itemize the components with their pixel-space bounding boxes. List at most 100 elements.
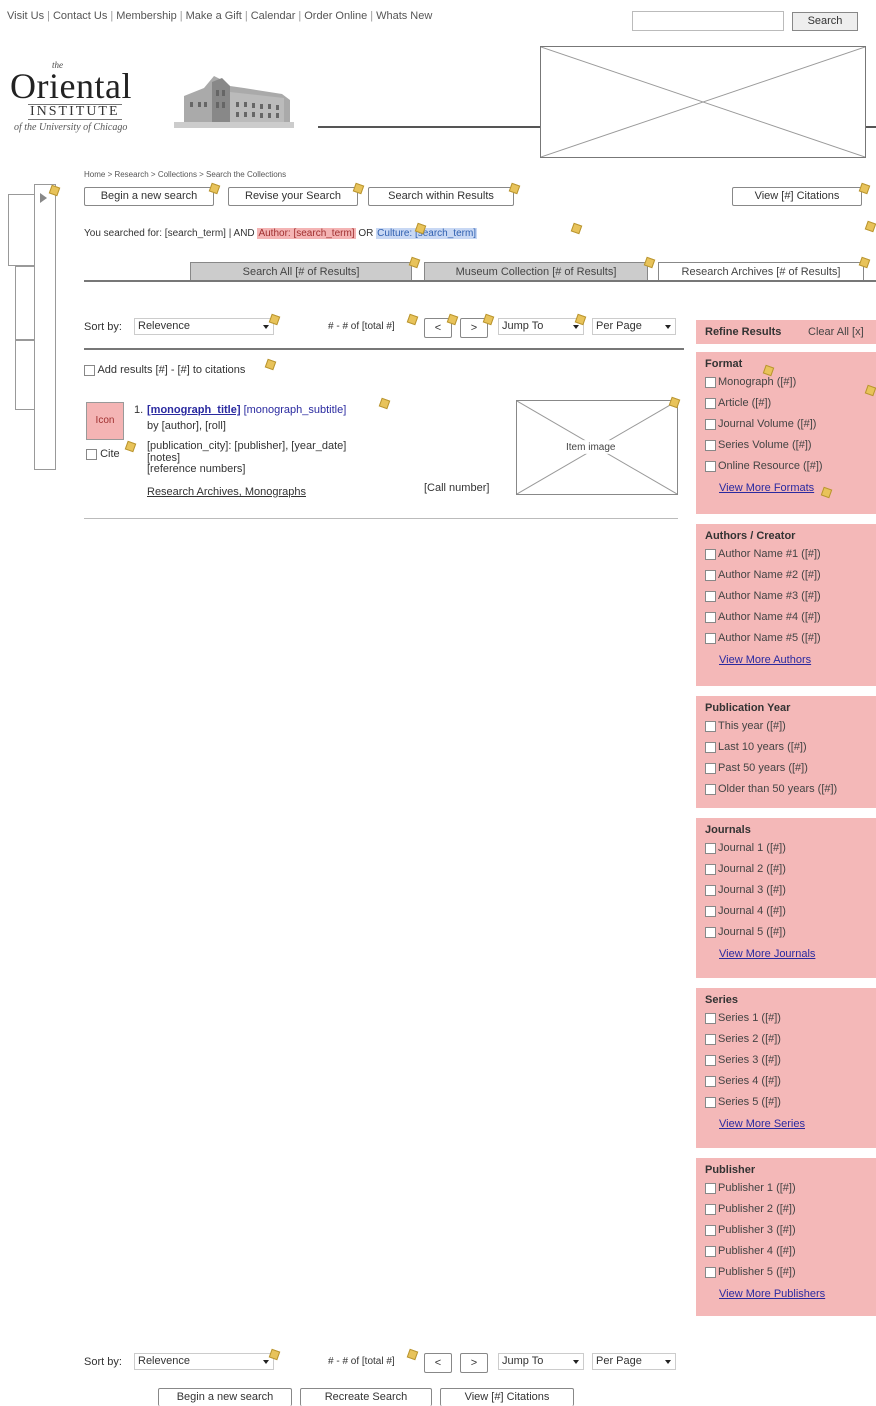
nav-link-membership[interactable]: Membership — [116, 10, 177, 22]
nav-link-calendar[interactable]: Calendar — [251, 10, 296, 22]
result-title-link[interactable]: [monograph_title] — [147, 404, 241, 416]
refine-option-checkbox[interactable] — [705, 569, 716, 581]
refine-option-checkbox[interactable] — [705, 842, 716, 854]
refine-option[interactable]: Author Name #4 ([#]) — [705, 611, 821, 623]
culture-filter-tag[interactable]: Culture: [search_term] — [376, 228, 478, 239]
refine-option-checkbox[interactable] — [705, 611, 716, 623]
refine-option-checkbox[interactable] — [705, 863, 716, 875]
refine-option-checkbox[interactable] — [705, 548, 716, 560]
view-citations-button[interactable]: View [#] Citations — [732, 187, 862, 206]
refine-option-checkbox[interactable] — [705, 1224, 716, 1236]
refine-option-checkbox[interactable] — [705, 1203, 716, 1215]
refine-option[interactable]: This year ([#]) — [705, 720, 786, 732]
refine-option-checkbox[interactable] — [705, 1054, 716, 1066]
refine-option-checkbox[interactable] — [705, 783, 716, 795]
begin-new-search-button[interactable]: Begin a new search — [84, 187, 214, 206]
refine-option-checkbox[interactable] — [705, 418, 716, 430]
refine-option-checkbox[interactable] — [705, 1096, 716, 1108]
jump-to-select[interactable]: Jump To — [498, 318, 584, 335]
site-search-button[interactable]: Search — [792, 12, 858, 31]
tab-search-all[interactable]: Search All [# of Results] — [190, 262, 412, 282]
left-panel-tab-1[interactable] — [8, 194, 36, 266]
revise-search-button[interactable]: Revise your Search — [228, 187, 358, 206]
view-more-link[interactable]: View More Publishers — [719, 1288, 825, 1300]
refine-option-checkbox[interactable] — [705, 397, 716, 409]
refine-option-checkbox[interactable] — [705, 1012, 716, 1024]
refine-option[interactable]: Series 1 ([#]) — [705, 1012, 781, 1024]
view-more-link[interactable]: View More Series — [719, 1118, 805, 1130]
left-panel-tab-3[interactable] — [15, 340, 35, 410]
prev-page-button-bottom[interactable]: < — [424, 1353, 452, 1373]
refine-option-checkbox[interactable] — [705, 632, 716, 644]
refine-option-checkbox[interactable] — [705, 926, 716, 938]
refine-option[interactable]: Author Name #5 ([#]) — [705, 632, 821, 644]
left-panel-tab-2[interactable] — [15, 266, 35, 340]
refine-option[interactable]: Author Name #1 ([#]) — [705, 548, 821, 560]
refine-option-checkbox[interactable] — [705, 741, 716, 753]
nav-link-visit-us[interactable]: Visit Us — [7, 10, 44, 22]
refine-option[interactable]: Journal 2 ([#]) — [705, 863, 786, 875]
jump-to-select-bottom[interactable]: Jump To — [498, 1353, 584, 1370]
refine-option[interactable]: Journal 1 ([#]) — [705, 842, 786, 854]
clear-all-button[interactable]: Clear All [x] — [808, 326, 864, 338]
begin-new-search-button-bottom[interactable]: Begin a new search — [158, 1388, 292, 1406]
refine-option[interactable]: Series Volume ([#]) — [705, 439, 812, 451]
nav-link-whats-new[interactable]: Whats New — [376, 10, 432, 22]
sort-select[interactable]: Relevence — [134, 318, 274, 335]
refine-option[interactable]: Author Name #2 ([#]) — [705, 569, 821, 581]
per-page-select[interactable]: Per Page — [592, 318, 676, 335]
refine-option-checkbox[interactable] — [705, 1182, 716, 1194]
view-citations-button-bottom[interactable]: View [#] Citations — [440, 1388, 574, 1406]
author-filter-tag[interactable]: Author: [search_term] — [257, 228, 356, 239]
tab-research-archives[interactable]: Research Archives [# of Results] — [658, 262, 864, 282]
next-page-button-bottom[interactable]: > — [460, 1353, 488, 1373]
site-search-input[interactable] — [632, 11, 784, 31]
refine-option[interactable]: Journal 5 ([#]) — [705, 926, 786, 938]
refine-option[interactable]: Series 3 ([#]) — [705, 1054, 781, 1066]
refine-option-checkbox[interactable] — [705, 376, 716, 388]
refine-option[interactable]: Older than 50 years ([#]) — [705, 783, 837, 795]
refine-option-checkbox[interactable] — [705, 439, 716, 451]
refine-option[interactable]: Journal 4 ([#]) — [705, 905, 786, 917]
refine-option-checkbox[interactable] — [705, 884, 716, 896]
refine-option[interactable]: Publisher 2 ([#]) — [705, 1203, 796, 1215]
refine-option-checkbox[interactable] — [705, 1075, 716, 1087]
refine-option[interactable]: Author Name #3 ([#]) — [705, 590, 821, 602]
refine-option[interactable]: Publisher 5 ([#]) — [705, 1266, 796, 1278]
result-collection-link[interactable]: Research Archives, Monographs — [147, 486, 306, 498]
search-within-results-button[interactable]: Search within Results — [368, 187, 514, 206]
refine-option[interactable]: Online Resource ([#]) — [705, 460, 823, 472]
refine-option[interactable]: Journal Volume ([#]) — [705, 418, 816, 430]
nav-link-contact-us[interactable]: Contact Us — [53, 10, 107, 22]
recreate-search-button[interactable]: Recreate Search — [300, 1388, 432, 1406]
refine-option[interactable]: Journal 3 ([#]) — [705, 884, 786, 896]
view-more-link[interactable]: View More Formats — [719, 482, 814, 494]
breadcrumb[interactable]: Home > Research > Collections > Search t… — [84, 170, 286, 179]
refine-option[interactable]: Series 4 ([#]) — [705, 1075, 781, 1087]
view-more-link[interactable]: View More Authors — [719, 654, 811, 666]
refine-option[interactable]: Series 5 ([#]) — [705, 1096, 781, 1108]
nav-link-make-a-gift[interactable]: Make a Gift — [186, 10, 242, 22]
refine-option[interactable]: Last 10 years ([#]) — [705, 741, 807, 753]
nav-link-order-online[interactable]: Order Online — [304, 10, 367, 22]
refine-option-checkbox[interactable] — [705, 762, 716, 774]
refine-option-checkbox[interactable] — [705, 905, 716, 917]
cite-checkbox[interactable] — [86, 448, 97, 460]
panel-expand-icon[interactable] — [40, 193, 47, 203]
refine-option[interactable]: Publisher 3 ([#]) — [705, 1224, 796, 1236]
view-more-link[interactable]: View More Journals — [719, 948, 815, 960]
refine-option[interactable]: Monograph ([#]) — [705, 376, 796, 388]
refine-option-checkbox[interactable] — [705, 720, 716, 732]
refine-option[interactable]: Series 2 ([#]) — [705, 1033, 781, 1045]
refine-option[interactable]: Article ([#]) — [705, 397, 771, 409]
refine-option[interactable]: Publisher 1 ([#]) — [705, 1182, 796, 1194]
refine-option-checkbox[interactable] — [705, 1245, 716, 1257]
tab-museum-collection[interactable]: Museum Collection [# of Results] — [424, 262, 648, 282]
add-results-checkbox[interactable] — [84, 364, 95, 376]
refine-option-checkbox[interactable] — [705, 460, 716, 472]
sort-select-bottom[interactable]: Relevence — [134, 1353, 274, 1370]
refine-option-checkbox[interactable] — [705, 1266, 716, 1278]
refine-option[interactable]: Publisher 4 ([#]) — [705, 1245, 796, 1257]
refine-option-checkbox[interactable] — [705, 1033, 716, 1045]
refine-option[interactable]: Past 50 years ([#]) — [705, 762, 808, 774]
